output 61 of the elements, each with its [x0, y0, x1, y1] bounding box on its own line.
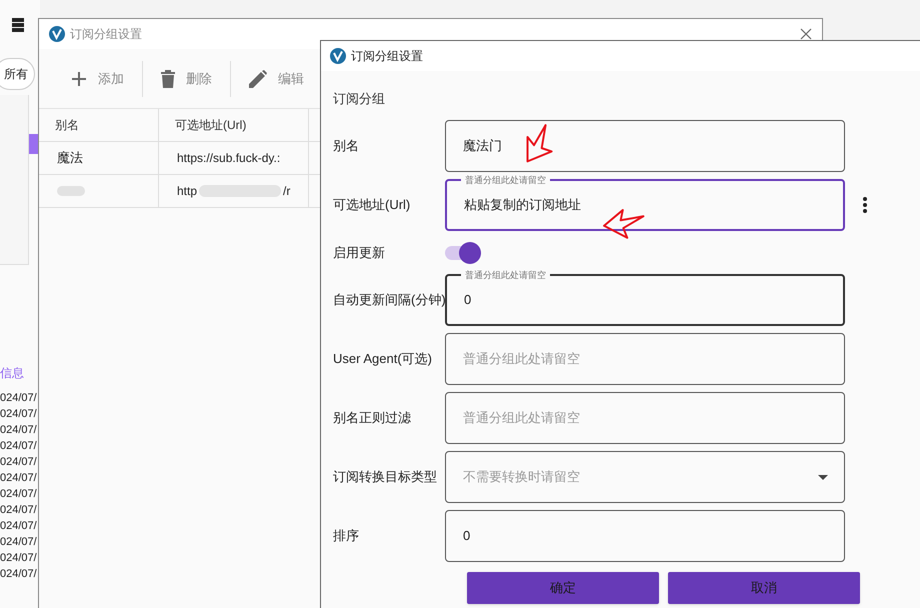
log-timestamp: 024/07/: [0, 551, 37, 566]
log-timestamp: 024/07/: [0, 423, 37, 438]
field-label: 排序: [333, 527, 360, 546]
plus-icon: [71, 70, 87, 86]
field-label: 别名: [333, 137, 360, 156]
log-timestamp: 024/07/: [0, 487, 37, 502]
caret-down-icon: [818, 474, 828, 480]
placeholder-text: 不需要转换时请留空: [463, 468, 580, 486]
blurred-text: [57, 186, 85, 196]
placeholder-text: 普通分组此处请留空: [463, 350, 580, 368]
toolbar-button[interactable]: 编辑: [247, 68, 306, 88]
column-header[interactable]: 可选地址(Url): [159, 109, 309, 141]
log-timestamp: 024/07/: [0, 455, 37, 470]
table-cell-text: 魔法: [57, 149, 83, 168]
selected-row-marker: [29, 134, 38, 154]
log-timestamp: 024/07/: [0, 391, 37, 406]
placeholder-text: 普通分组此处请留空: [463, 409, 580, 428]
input-field[interactable]: 0: [445, 510, 845, 562]
field-value: 魔法门: [463, 137, 502, 156]
trash-icon: [161, 70, 175, 88]
field-label: 启用更新: [333, 244, 386, 262]
log-timestamp: 024/07/: [0, 471, 37, 486]
toolbar-button[interactable]: 删除: [159, 68, 214, 88]
more-vertical-icon[interactable]: [863, 197, 867, 213]
log-timestamp: 024/07/: [0, 535, 37, 550]
pencil-icon: [249, 70, 267, 88]
window-title: 订阅分组设置: [70, 26, 142, 43]
field-value: 0: [464, 291, 472, 310]
filter-chip[interactable]: 所有: [0, 58, 35, 90]
dropdown-field[interactable]: 不需要转换时请留空: [445, 451, 845, 503]
field-value: 粘贴复制的订阅地址: [464, 196, 581, 214]
field-label: User Agent(可选): [333, 350, 433, 368]
column-header[interactable]: 别名: [39, 109, 159, 141]
app-logo-icon: [49, 26, 65, 42]
table-cell-text: https://sub.fuck-dy.:: [177, 150, 280, 167]
log-timestamp: 024/07/: [0, 519, 37, 534]
input-field[interactable]: 普通分组此处请留空: [445, 392, 845, 444]
dialog-button[interactable]: 确定: [467, 572, 659, 604]
log-timestamp: 024/07/: [0, 407, 37, 422]
input-field[interactable]: 普通分组此处请留空: [445, 333, 845, 385]
app-logo-icon: [330, 48, 346, 64]
section-title: 订阅分组: [333, 90, 386, 108]
floating-label: 普通分组此处请留空: [461, 174, 550, 186]
window-title: 订阅分组设置: [351, 48, 423, 65]
floating-label: 普通分组此处请留空: [461, 269, 550, 281]
field-value: 0: [463, 527, 470, 546]
log-timestamp: 024/07/: [0, 567, 37, 582]
field-label: 自动更新间隔(分钟): [333, 291, 445, 310]
log-timestamp: 024/07/: [0, 439, 37, 454]
toolbar-button[interactable]: 添加: [69, 68, 126, 88]
field-label: 别名正则过滤: [333, 409, 412, 428]
close-icon[interactable]: [800, 28, 812, 40]
dialog-button[interactable]: 取消: [668, 572, 860, 604]
table-cell-text: http: [177, 183, 198, 200]
log-timestamp: 024/07/: [0, 503, 37, 518]
tab-label[interactable]: 信息: [0, 364, 24, 382]
field-label: 订阅转换目标类型: [333, 468, 438, 486]
table-cell-text: /r: [283, 183, 290, 200]
input-field[interactable]: 魔法门: [445, 120, 845, 172]
server-icon[interactable]: [12, 18, 24, 32]
field-label: 可选地址(Url): [333, 196, 412, 214]
